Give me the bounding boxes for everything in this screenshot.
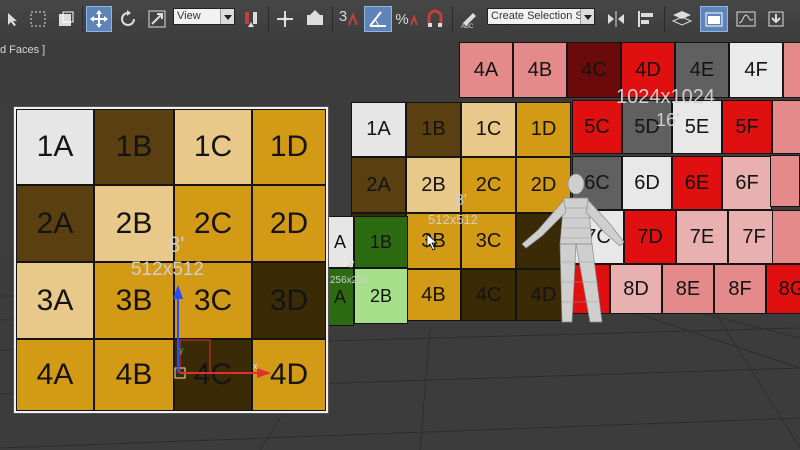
snaps-dimension-label: 3 [338,7,348,25]
grid-cell: 1D [516,102,571,157]
schematic-view-icon[interactable] [762,6,790,32]
grid-cell: 1B [94,109,174,185]
grid-cell: 1D [252,109,326,185]
grid-cell: 6F [770,155,800,207]
layer-manager-icon[interactable] [668,6,696,32]
grid-cell: 1B [406,102,461,157]
grid-cell: 2D [252,185,326,262]
grid-cell: 5C [572,100,622,154]
grid-cell: 1C [461,102,516,157]
grid-cell: 4B [94,339,174,411]
grid-cell: 2C [174,185,252,262]
edit-named-selection-icon[interactable]: ABC [456,6,482,32]
grid-cell: 4A [459,42,513,98]
selection-set-value: Create Selection Se [491,10,589,22]
grid-cell: 5F [772,100,800,154]
grid-cell: 8G [766,264,800,314]
selection-set-dropdown[interactable]: Create Selection Se [487,8,595,25]
grid-cell: 1A [351,102,406,157]
grid-cell: 2C [461,157,516,213]
reference-coordinate-value: View [177,10,201,22]
svg-text:x: x [253,361,258,371]
grid-small-length-label: 4' [347,260,355,271]
grid-cell: 1C [174,109,252,185]
grid-cell: 8F [714,264,766,314]
grid-cell: 1A [16,109,94,185]
front-badge: FRONT [733,88,754,94]
svg-text:ABC: ABC [461,24,474,29]
grid-cell: 6E [672,156,722,210]
angle-snap-icon[interactable] [364,6,392,32]
region-select-icon[interactable] [26,6,50,32]
move-tool-icon[interactable] [86,6,112,32]
grid-cell: 6F [722,156,772,210]
main-toolbar: View 3 % ABC Create Selection Se [0,0,800,39]
transform-gizmo[interactable]: y x [165,285,275,385]
spinner-snap-icon[interactable] [422,6,448,32]
biped-wireframe[interactable] [518,172,628,332]
grid-cell: 1B [354,216,408,268]
grid-cell: 4A [16,339,94,411]
grid-cell: 2B [94,185,174,262]
grid-1024-size-label: 1024x1024 [616,86,715,108]
grid-cell: 7D [624,210,676,264]
select-object-icon[interactable] [2,6,24,32]
grid-front-length-label: 8' [168,232,185,257]
pivot-center-icon[interactable] [238,6,264,32]
grid-cell: 6D [622,156,672,210]
mirror-icon[interactable] [602,6,630,32]
grid-1024-length-label: 16' [656,110,680,130]
grid-front-size-label: 512x512 [131,259,204,280]
curve-editor-icon[interactable] [732,6,760,32]
scale-tool-icon[interactable] [144,6,170,32]
grid-cell: 5F [722,100,772,154]
percent-snap-icon[interactable]: % [394,6,420,32]
percent-snap-label: % [395,10,409,28]
rotate-tool-icon[interactable] [116,6,140,32]
mouse-cursor-icon [426,233,438,251]
viewport-label: d Faces ] [0,44,46,56]
grid-cell: 2A [351,157,406,213]
window-crossing-icon[interactable] [54,6,78,32]
grid-mid-length-label: 8' [455,192,467,209]
grid-cell: 2B [406,157,461,213]
grid-mid-size-label: 512x512 [428,212,478,227]
scene-explorer-icon[interactable] [700,6,728,32]
grid-cell: 4B [513,42,567,98]
grid-cell: 2A [16,185,94,262]
align-icon[interactable] [632,6,660,32]
grid-cell: 4C [567,42,621,98]
grid-cell: 8E [662,264,714,314]
grid-cell: 4C [461,269,516,321]
grid-small-size-label: 256x256 [330,275,369,286]
reference-coordinate-dropdown[interactable]: View [173,8,235,25]
grid-cell: 4F [783,42,800,98]
grid-cell: 3A [16,262,94,339]
select-and-manipulate-icon[interactable] [272,6,298,32]
snaps-toggle-icon[interactable]: 3 [336,6,362,32]
svg-text:y: y [179,345,184,355]
grid-cell: 7E [676,210,728,264]
keyboard-shortcut-override-icon[interactable] [302,6,328,32]
grid-cell: 4B [406,269,461,321]
grid-cell: 7F [772,210,800,264]
